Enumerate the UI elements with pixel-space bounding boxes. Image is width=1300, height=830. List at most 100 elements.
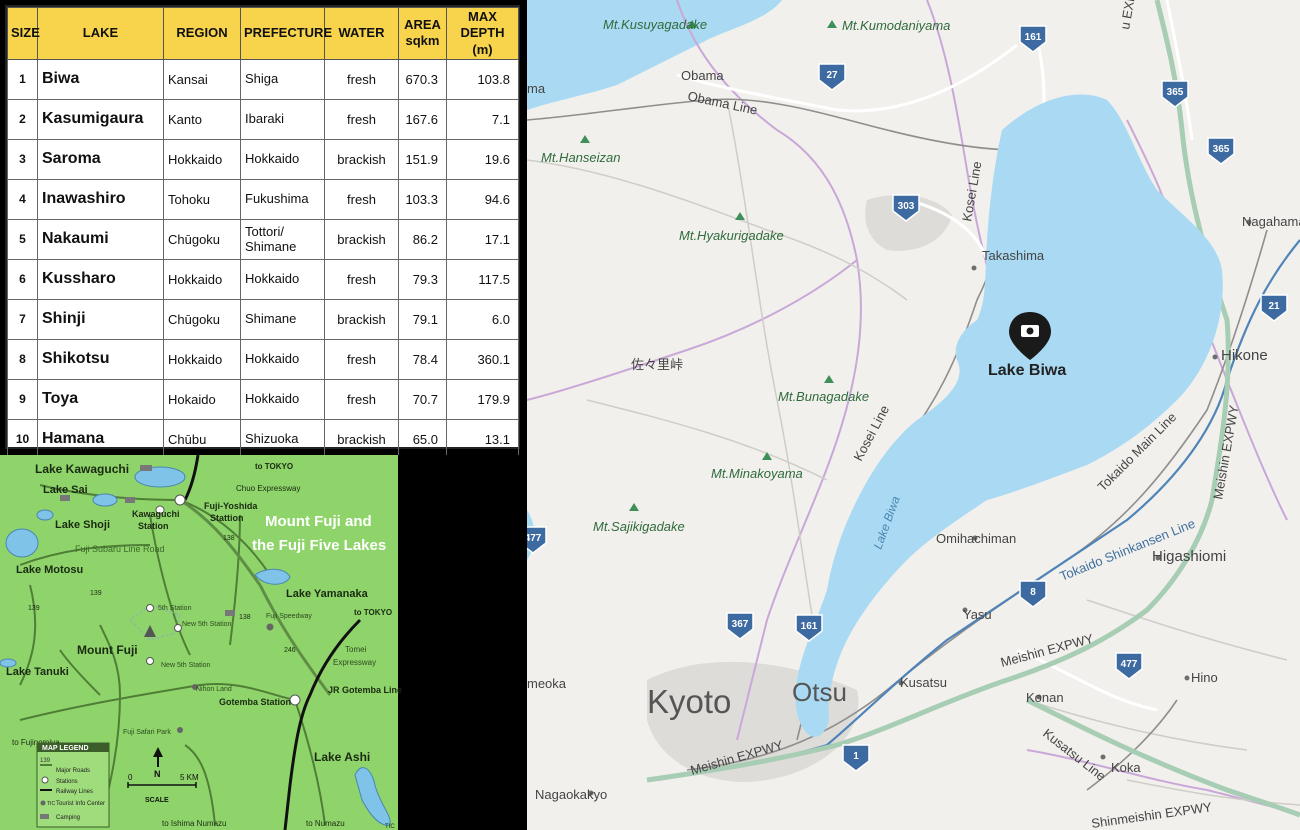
- label-hikone: Hikone: [1221, 347, 1268, 364]
- label-safari: Fuji Safari Park: [123, 729, 171, 736]
- header-area-line2: sqkm: [405, 33, 440, 49]
- cell-area: 670.3: [398, 58, 447, 100]
- fuji-map-panel: Lake Kawaguchi Lake Sai Lake Shoji Lake …: [0, 455, 525, 830]
- label-to-ishima: to Ishima Numazu: [162, 819, 226, 828]
- legend-stations: Stations: [56, 779, 78, 785]
- cell-depth: 19.6: [446, 138, 519, 180]
- camping-icon: [225, 610, 235, 616]
- cell-area: 103.3: [398, 178, 447, 220]
- cell-area: 65.0: [398, 418, 447, 460]
- table-row: 3 Saroma Hokkaido Hokkaido brackish 151.9 19.6: [7, 138, 519, 180]
- legend-railway: Railway Lines: [56, 789, 93, 795]
- fifth-station-marker: [146, 604, 154, 612]
- cell-size: 6: [7, 258, 38, 300]
- label-obama: Obama: [681, 68, 724, 83]
- label-shoji: Lake Shoji: [55, 519, 110, 531]
- cell-size: 9: [7, 378, 38, 420]
- cell-region: Chūbu: [163, 418, 241, 460]
- cell-size: 2: [7, 98, 38, 140]
- legend-tic-abbr: TIC: [47, 801, 55, 807]
- legend-title: MAP LEGEND: [42, 745, 89, 752]
- cell-lake: Shinji: [37, 298, 164, 340]
- lake-sai-shape: [92, 493, 118, 507]
- route-shield-number: 161: [1025, 32, 1042, 43]
- cell-water: fresh: [324, 378, 399, 420]
- table-row: 2 Kasumigaura Kanto Ibaraki fresh 167.6 7.1: [7, 98, 519, 140]
- camping-icon: [125, 497, 135, 503]
- town-dot: [1212, 354, 1218, 360]
- cell-prefecture: Tottori/ Shimane: [240, 218, 325, 260]
- table-row: 7 Shinji Chūgoku Shimane brackish 79.1 6.0: [7, 298, 519, 340]
- label-lake-biwa: Lake Biwa: [988, 362, 1066, 379]
- table-body: 1 Biwa Kansai Shiga fresh 670.3 103.8 2 Kasumiga…: [7, 58, 519, 460]
- cell-lake: Inawashiro: [37, 178, 164, 220]
- route-shield-number: 21: [1268, 301, 1280, 312]
- fuji-legend: MAP LEGEND 139 Major Roads Stations Rail…: [36, 742, 110, 828]
- cell-water: fresh: [324, 338, 399, 380]
- label-omihachiman: Omihachiman: [936, 531, 1016, 546]
- lakes-table: SIZE LAKE REGION PREFECTURE WATER AREA sq…: [7, 7, 519, 460]
- header-area-line1: AREA: [404, 17, 441, 33]
- cell-water: brackish: [324, 218, 399, 260]
- biwa-map-panel: 161 27 365 365 303 21 477 367 161 8 477 1 Mt.Kusuya…: [527, 0, 1300, 830]
- town-dot: [1100, 754, 1106, 760]
- label-kawaguchi-station-2: Station: [138, 521, 169, 531]
- cell-depth: 179.9: [446, 378, 519, 420]
- table-row: 9 Toya Hokaido Hokkaido fresh 70.7 179.9: [7, 378, 519, 420]
- label-sai: Lake Sai: [43, 484, 88, 496]
- route-shield-number: 365: [1167, 87, 1184, 98]
- label-motosu: Lake Motosu: [16, 564, 83, 576]
- header-depth-line2: DEPTH (m): [460, 25, 505, 57]
- cell-lake: Nakaumi: [37, 218, 164, 260]
- label-fujiyoshida-1: Fuji-Yoshida: [204, 501, 258, 511]
- legend-tic: Tourist Info Center: [56, 801, 105, 807]
- label-nagaokakyo: Nagaokakyo: [535, 787, 607, 802]
- table-row: 10 Hamana Chūbu Shizuoka brackish 65.0 13.1: [7, 418, 519, 460]
- cell-region: Hokaido: [163, 378, 241, 420]
- label-koka: Koka: [1111, 760, 1141, 775]
- label-yamanaka: Lake Yamanaka: [286, 588, 369, 600]
- cell-size: 7: [7, 298, 38, 340]
- cell-water: fresh: [324, 178, 399, 220]
- cell-lake: Kussharo: [37, 258, 164, 300]
- route-shield-number: 367: [732, 619, 749, 630]
- label-sasari: 佐々里峠: [631, 357, 683, 372]
- table-row: 4 Inawashiro Tohoku Fukushima fresh 103.3 94.6: [7, 178, 519, 220]
- label-road-246: 246: [284, 647, 296, 654]
- cell-area: 79.1: [398, 298, 447, 340]
- cell-water: brackish: [324, 418, 399, 460]
- label-yasu: Yasu: [963, 607, 992, 622]
- lakes-table-panel: SIZE LAKE REGION PREFECTURE WATER AREA sq…: [5, 5, 520, 460]
- cell-region: Hokkaido: [163, 258, 241, 300]
- label-minakoyama: Mt.Minakoyama: [711, 466, 803, 481]
- cell-lake: Hamana: [37, 418, 164, 460]
- header-region: REGION: [163, 7, 241, 60]
- route-shield-number: 477: [527, 533, 542, 544]
- header-prefecture: PREFECTURE: [240, 7, 332, 60]
- fuji-title-line1: Mount Fuji and: [265, 513, 372, 530]
- fuji-map: Lake Kawaguchi Lake Sai Lake Shoji Lake …: [0, 455, 402, 830]
- new-fifth-station-marker-1: [174, 624, 182, 632]
- label-ma: ma: [527, 81, 546, 96]
- label-bunagadake: Mt.Bunagadake: [778, 389, 869, 404]
- cell-region: Kanto: [163, 98, 241, 140]
- table-row: 1 Biwa Kansai Shiga fresh 670.3 103.8: [7, 58, 519, 100]
- label-kumodaniyama: Mt.Kumodaniyama: [842, 18, 950, 33]
- table-row: 5 Nakaumi Chūgoku Tottori/ Shimane brackish 8…: [7, 218, 519, 260]
- label-gotemba-station: Gotemba Station: [219, 697, 291, 707]
- cell-region: Tohoku: [163, 178, 241, 220]
- header-depth-line1: MAX: [468, 9, 497, 24]
- table-header-row: SIZE LAKE REGION PREFECTURE WATER AREA sq…: [7, 7, 519, 60]
- cell-region: Hokkaido: [163, 338, 241, 380]
- cell-depth: 17.1: [446, 218, 519, 260]
- label-kawaguchi-station-1: Kawaguchi: [132, 509, 180, 519]
- label-konan: Konan: [1026, 690, 1064, 705]
- label-ashi: Lake Ashi: [314, 750, 370, 764]
- header-water: WATER: [324, 7, 399, 60]
- label-speedway: Fuji Speedway: [266, 613, 312, 620]
- label-road-138a: 138: [223, 535, 235, 542]
- label-sajikigadake: Mt.Sajikigadake: [593, 519, 685, 534]
- cell-depth: 103.8: [446, 58, 519, 100]
- fuji-title-line2: the Fuji Five Lakes: [252, 537, 386, 554]
- header-lake: LAKE: [37, 7, 164, 60]
